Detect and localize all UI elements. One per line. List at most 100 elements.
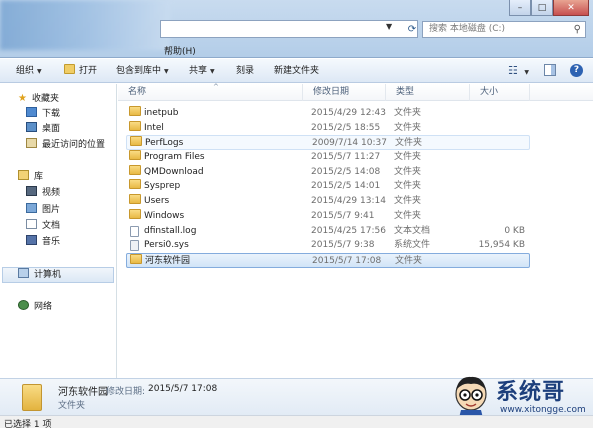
file-date: 2015/5/7 9:41 <box>311 211 375 221</box>
navigation-pane: ★ 收藏夹 下载 桌面 最近访问的位置 库 视频 图片 文档 音乐 计算机 网络 <box>0 84 117 378</box>
folder-icon <box>130 136 142 146</box>
table-row[interactable]: Persi0.sys 2015/5/7 9:38 系统文件 15,954 KB <box>126 238 530 253</box>
file-type: 文本文档 <box>394 226 431 236</box>
burn-label: 刻录 <box>236 66 255 76</box>
file-name: dfinstall.log <box>144 226 197 236</box>
open-button[interactable]: 打开 <box>64 64 97 78</box>
nav-computer-label: 计算机 <box>34 270 62 280</box>
file-type: 文件夹 <box>395 138 423 148</box>
download-icon <box>26 107 37 117</box>
details-date: 2015/5/7 17:08 <box>148 384 218 394</box>
refresh-icon[interactable]: ⟳ <box>404 20 420 38</box>
file-type: 文件夹 <box>394 181 422 191</box>
close-button[interactable]: ✕ <box>553 0 589 16</box>
file-type: 文件夹 <box>394 123 422 133</box>
text-file-icon <box>130 226 139 237</box>
nav-item-recent[interactable]: 最近访问的位置 <box>26 138 105 152</box>
nav-item-label: 桌面 <box>42 124 61 134</box>
file-name: Persi0.sys <box>144 240 189 250</box>
file-type: 文件夹 <box>394 211 422 221</box>
nav-item-documents[interactable]: 文档 <box>26 219 60 233</box>
file-name: QMDownload <box>144 167 204 177</box>
title-bar: – □ ✕ ▼ ⟳ 搜索 本地磁盘 (C:) ⚲ 帮助(H) <box>0 0 593 58</box>
folder-icon <box>129 209 141 219</box>
file-type: 系统文件 <box>394 240 431 250</box>
star-icon: ★ <box>18 93 27 104</box>
nav-libraries-label: 库 <box>34 172 44 182</box>
nav-item-videos[interactable]: 视频 <box>26 186 60 200</box>
folder-icon <box>129 106 141 116</box>
table-row[interactable]: Sysprep 2015/2/5 14:01 文件夹 <box>126 179 530 194</box>
file-type: 文件夹 <box>395 256 423 266</box>
search-placeholder: 搜索 本地磁盘 (C:) <box>429 24 506 34</box>
computer-icon <box>18 268 29 278</box>
table-row-selected[interactable]: 河东软件园 2015/5/7 17:08 文件夹 <box>126 253 530 268</box>
folder-icon <box>22 384 42 411</box>
column-header-type[interactable]: 类型 <box>386 84 470 101</box>
nav-computer[interactable]: 计算机 <box>18 268 61 282</box>
blurred-address-area <box>0 0 170 50</box>
minimize-button[interactable]: – <box>509 0 531 16</box>
command-bar: 组织 ▼ 打开 包含到库中 ▼ 共享 ▼ 刻录 新建文件夹 ☷ ▼ <box>0 59 593 83</box>
column-header-date[interactable]: 修改日期 <box>303 84 386 101</box>
nav-favorites[interactable]: ★ 收藏夹 <box>18 92 59 106</box>
nav-network[interactable]: 网络 <box>18 300 52 314</box>
recent-places-icon <box>26 138 37 148</box>
nav-libraries[interactable]: 库 <box>18 170 43 184</box>
table-row[interactable]: QMDownload 2015/2/5 14:08 文件夹 <box>126 165 530 180</box>
column-header-name[interactable]: 名称 <box>118 84 303 101</box>
status-text: 已选择 1 项 <box>4 420 52 428</box>
nav-item-label: 音乐 <box>42 237 61 247</box>
share-button[interactable]: 共享 ▼ <box>189 64 215 78</box>
address-dropdown-icon[interactable]: ▼ <box>386 22 392 31</box>
burn-button[interactable]: 刻录 <box>236 64 254 78</box>
search-input[interactable]: 搜索 本地磁盘 (C:) ⚲ <box>422 21 586 38</box>
file-date: 2015/2/5 18:55 <box>311 123 381 133</box>
folder-icon <box>130 254 142 264</box>
file-type: 文件夹 <box>394 167 422 177</box>
details-name: 河东软件园 <box>58 387 108 398</box>
file-name: Sysprep <box>144 181 181 191</box>
include-label: 包含到库中 <box>116 66 162 76</box>
file-type: 文件夹 <box>394 196 422 206</box>
help-icon[interactable]: ? <box>570 64 583 77</box>
column-header-size[interactable]: 大小 <box>470 84 530 101</box>
search-icon[interactable]: ⚲ <box>574 22 581 37</box>
table-row[interactable]: Program Files 2015/5/7 11:27 文件夹 <box>126 150 530 165</box>
file-size: 0 KB <box>504 226 525 236</box>
preview-pane-icon[interactable] <box>544 64 556 76</box>
include-in-library-button[interactable]: 包含到库中 ▼ <box>116 64 169 78</box>
folder-icon <box>129 179 141 189</box>
new-folder-label: 新建文件夹 <box>274 66 320 76</box>
file-date: 2015/5/7 11:27 <box>311 152 381 162</box>
table-row[interactable]: PerfLogs 2009/7/14 10:37 文件夹 <box>126 135 530 150</box>
folder-icon <box>129 150 141 160</box>
table-row[interactable]: dfinstall.log 2015/4/25 17:56 文本文档 0 KB <box>126 224 530 239</box>
nav-item-downloads[interactable]: 下载 <box>26 107 60 121</box>
organize-button[interactable]: 组织 ▼ <box>16 64 42 78</box>
table-row[interactable]: Intel 2015/2/5 18:55 文件夹 <box>126 121 530 136</box>
address-bar[interactable] <box>160 20 418 38</box>
table-row[interactable]: Windows 2015/5/7 9:41 文件夹 <box>126 209 530 224</box>
maximize-button[interactable]: □ <box>531 0 553 16</box>
chevron-down-icon: ▼ <box>210 68 215 75</box>
menu-help[interactable]: 帮助(H) <box>164 44 196 57</box>
new-folder-button[interactable]: 新建文件夹 <box>274 64 319 78</box>
nav-item-pictures[interactable]: 图片 <box>26 203 60 217</box>
nav-item-label: 图片 <box>42 205 61 215</box>
file-date: 2015/2/5 14:01 <box>311 181 381 191</box>
file-size: 15,954 KB <box>478 240 525 250</box>
table-row[interactable]: Users 2015/4/29 13:14 文件夹 <box>126 194 530 209</box>
share-label: 共享 <box>189 66 208 76</box>
nav-item-desktop[interactable]: 桌面 <box>26 122 60 136</box>
file-type: 文件夹 <box>394 108 422 118</box>
nav-item-music[interactable]: 音乐 <box>26 235 60 249</box>
file-name: PerfLogs <box>145 138 184 148</box>
nav-favorites-label: 收藏夹 <box>31 94 59 104</box>
nav-network-label: 网络 <box>34 302 53 312</box>
open-label: 打开 <box>79 66 98 76</box>
file-name: inetpub <box>144 108 179 118</box>
view-options-icon[interactable]: ☷ ▼ <box>508 64 529 78</box>
table-row[interactable]: inetpub 2015/4/29 12:43 文件夹 <box>126 106 530 121</box>
folder-icon <box>129 165 141 175</box>
